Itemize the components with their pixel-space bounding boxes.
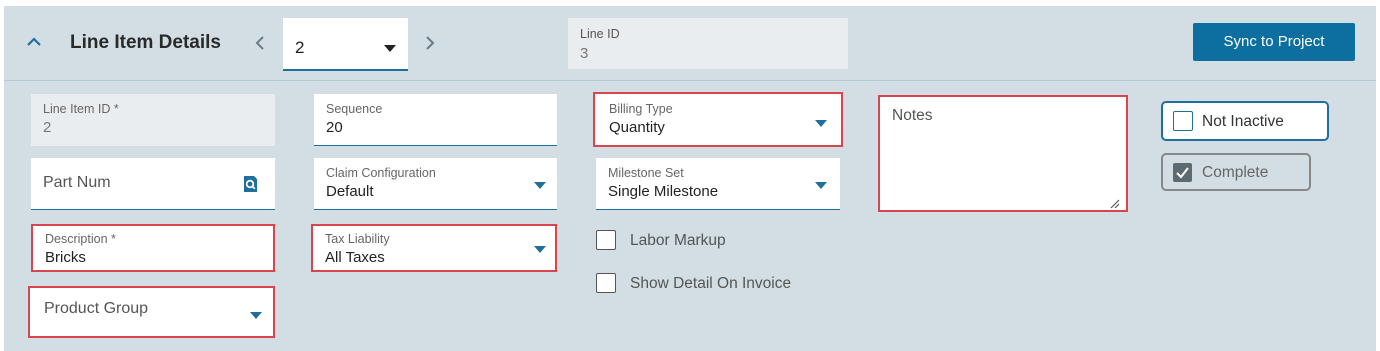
chevron-down-icon (534, 182, 546, 189)
line-item-id-field: Line Item ID * 2 (31, 94, 275, 146)
chevron-down-icon (815, 182, 827, 189)
tax-liability-label: Tax Liability (325, 232, 390, 246)
billing-type-select[interactable]: Billing Type Quantity (593, 92, 843, 147)
claim-configuration-label: Claim Configuration (326, 166, 436, 180)
line-selector-value: 2 (295, 38, 305, 57)
tax-liability-value: All Taxes (325, 249, 385, 266)
sync-to-project-button[interactable]: Sync to Project (1193, 23, 1355, 61)
billing-type-label: Billing Type (609, 102, 673, 116)
chevron-down-icon (815, 120, 827, 127)
complete-label: Complete (1202, 164, 1269, 181)
chevron-down-icon (384, 45, 396, 52)
milestone-set-select[interactable]: Milestone Set Single Milestone (596, 158, 840, 210)
not-inactive-toggle[interactable]: Not Inactive (1161, 101, 1329, 141)
chevron-right-icon[interactable] (424, 34, 436, 57)
sequence-label: Sequence (326, 102, 383, 116)
checkmark-icon (1173, 163, 1192, 182)
product-group-field[interactable]: Product Group (28, 286, 275, 338)
line-item-details-panel: Line Item Details 2 Line ID 3 Sync to Pr… (4, 6, 1376, 351)
line-id-field: Line ID 3 (568, 18, 848, 69)
sequence-value: 20 (326, 119, 343, 136)
billing-type-value: Quantity (609, 119, 665, 136)
chevron-up-icon[interactable] (26, 32, 42, 53)
labor-markup-checkbox[interactable] (596, 230, 616, 250)
line-id-value: 3 (580, 45, 589, 62)
labor-markup-label: Labor Markup (630, 232, 726, 249)
line-item-id-label: Line Item ID * (43, 102, 119, 116)
show-detail-on-invoice-label: Show Detail On Invoice (630, 275, 792, 292)
panel-header: Line Item Details 2 Line ID 3 Sync to Pr… (4, 6, 1376, 81)
complete-toggle[interactable]: Complete (1161, 153, 1311, 191)
description-field[interactable]: Description * Bricks (31, 224, 275, 272)
milestone-set-value: Single Milestone (608, 183, 719, 200)
sequence-field[interactable]: Sequence 20 (314, 94, 557, 146)
chevron-left-icon[interactable] (254, 34, 266, 57)
search-icon[interactable] (242, 175, 259, 197)
description-label: Description * (45, 232, 116, 246)
line-selector[interactable]: 2 (283, 18, 408, 71)
not-inactive-checkbox (1173, 111, 1193, 131)
milestone-set-label: Milestone Set (608, 166, 684, 180)
chevron-down-icon (250, 312, 262, 319)
notes-textarea[interactable]: Notes (878, 95, 1128, 212)
show-detail-on-invoice-checkbox[interactable] (596, 273, 616, 293)
chevron-down-icon (534, 246, 546, 253)
part-num-placeholder: Part Num (43, 174, 111, 191)
line-id-label: Line ID (580, 27, 620, 41)
tax-liability-select[interactable]: Tax Liability All Taxes (311, 224, 557, 272)
claim-configuration-value: Default (326, 183, 374, 200)
line-item-id-value: 2 (43, 119, 52, 136)
product-group-placeholder: Product Group (44, 300, 149, 317)
part-num-field[interactable]: Part Num (31, 158, 275, 210)
claim-configuration-select[interactable]: Claim Configuration Default (314, 158, 557, 210)
resize-handle-icon[interactable] (1110, 194, 1120, 213)
not-inactive-label: Not Inactive (1202, 113, 1284, 130)
description-value: Bricks (45, 249, 86, 266)
notes-placeholder: Notes (892, 107, 933, 124)
panel-title: Line Item Details (70, 32, 221, 53)
